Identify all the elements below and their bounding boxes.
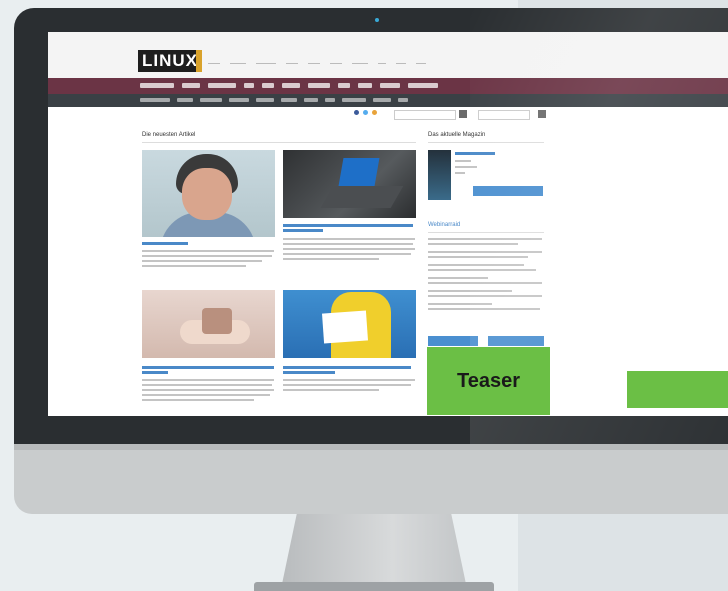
primary-nav-item[interactable] (208, 83, 236, 88)
monitor-stand (282, 514, 466, 584)
top-nav-item[interactable] (378, 57, 386, 64)
article-teaser-text (283, 248, 415, 250)
secondary-nav-item[interactable] (177, 98, 193, 102)
secondary-nav-item[interactable] (325, 98, 335, 102)
article-teaser-text (142, 255, 272, 257)
social-icons (354, 110, 377, 115)
top-nav-item[interactable] (286, 57, 298, 64)
article-teaser-text (283, 389, 379, 391)
top-nav-item[interactable] (256, 57, 276, 64)
article-teaser-text (283, 243, 413, 245)
secondary-nav-item[interactable] (256, 98, 274, 102)
article-teaser-text (283, 253, 411, 255)
teaser-label: Teaser (427, 347, 550, 415)
top-nav-item[interactable] (416, 57, 426, 64)
article-title-link[interactable] (283, 229, 323, 232)
divider (142, 142, 416, 143)
top-nav-item[interactable] (230, 57, 246, 64)
logo-accent (196, 50, 202, 72)
monitor-base (254, 582, 494, 591)
primary-nav-item[interactable] (182, 83, 200, 88)
article-teaser-text (142, 265, 246, 267)
site-logo[interactable]: LINUX (138, 50, 202, 72)
primary-nav-item[interactable] (262, 83, 274, 88)
latest-articles-heading: Die neuesten Artikel (142, 132, 196, 138)
secondary-nav-item[interactable] (281, 98, 297, 102)
top-nav-item[interactable] (352, 57, 368, 64)
primary-nav-item[interactable] (282, 83, 300, 88)
article-teaser-text (142, 379, 274, 381)
top-nav-item[interactable] (208, 57, 220, 64)
article-title-link[interactable] (142, 371, 168, 374)
article-teaser-text (283, 238, 415, 240)
article-image[interactable] (283, 150, 416, 218)
article-teaser-text (283, 384, 411, 386)
magazine-info-text (455, 160, 471, 162)
magazine-cover[interactable] (428, 150, 451, 200)
camera-dot-icon (375, 18, 379, 22)
top-nav-item[interactable] (330, 57, 342, 64)
article-title-link[interactable] (283, 224, 413, 227)
magazine-info-text (455, 172, 465, 174)
article-title-link[interactable] (283, 366, 411, 369)
article-teaser-text (142, 399, 254, 401)
article-teaser-text (142, 260, 262, 262)
search-input[interactable] (394, 110, 456, 120)
social-icon[interactable] (354, 110, 359, 115)
article-teaser-text (142, 389, 274, 391)
secondary-nav-item[interactable] (398, 98, 408, 102)
article-image[interactable] (283, 290, 416, 358)
social-icon[interactable] (372, 110, 377, 115)
primary-nav-item[interactable] (140, 83, 174, 88)
article-title-link[interactable] (283, 371, 335, 374)
primary-nav-item[interactable] (408, 83, 438, 88)
secondary-nav-item[interactable] (342, 98, 366, 102)
secondary-nav-item[interactable] (373, 98, 391, 102)
search-icon[interactable] (459, 110, 467, 118)
teaser-marker (627, 371, 728, 408)
article-image[interactable] (142, 150, 275, 237)
primary-nav-item[interactable] (358, 83, 372, 88)
article-title-link[interactable] (142, 366, 274, 369)
primary-nav-item[interactable] (244, 83, 254, 88)
primary-nav-item[interactable] (308, 83, 330, 88)
monitor-chin (14, 444, 728, 514)
primary-nav-item[interactable] (380, 83, 400, 88)
article-teaser-text (142, 250, 274, 252)
secondary-nav-item[interactable] (304, 98, 318, 102)
article-teaser-text (283, 379, 415, 381)
primary-nav-item[interactable] (338, 83, 350, 88)
webinar-heading: Webinarraid (428, 222, 461, 228)
article-teaser-text (142, 384, 272, 386)
secondary-nav-item[interactable] (200, 98, 222, 102)
secondary-nav-item[interactable] (229, 98, 249, 102)
article-title-link[interactable] (142, 242, 188, 245)
top-navigation (208, 57, 426, 64)
top-nav-item[interactable] (396, 57, 406, 64)
top-nav-item[interactable] (308, 57, 320, 64)
monitor-chin-edge (14, 444, 728, 450)
article-teaser-text (142, 394, 270, 396)
social-icon[interactable] (363, 110, 368, 115)
article-image[interactable] (142, 290, 275, 358)
secondary-nav-item[interactable] (140, 98, 170, 102)
article-teaser-text (283, 258, 379, 260)
